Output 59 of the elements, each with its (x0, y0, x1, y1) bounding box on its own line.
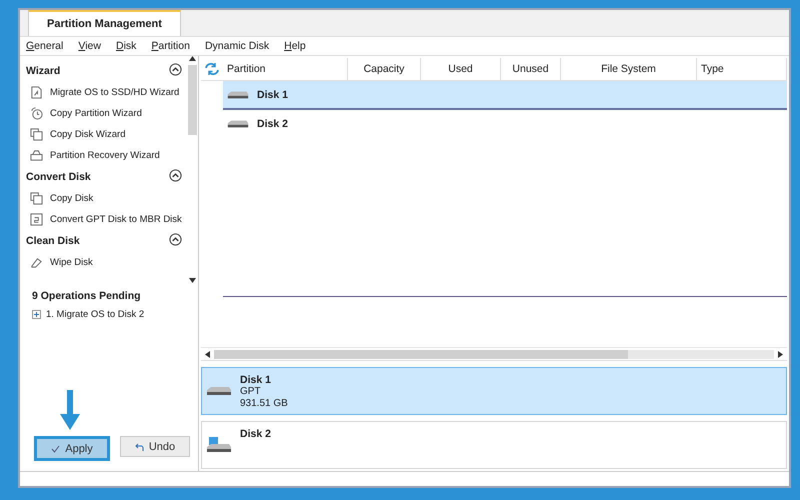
collapse-icon[interactable] (169, 233, 182, 246)
copy-icon (30, 128, 43, 141)
scroll-down-icon[interactable] (188, 278, 196, 283)
sidebar-item[interactable]: Copy Partition Wizard (26, 103, 186, 124)
column-header[interactable]: Capacity (348, 58, 421, 80)
disk-convert-icon (30, 213, 43, 226)
scroll-thumb[interactable] (214, 350, 628, 359)
clock-icon (30, 107, 43, 120)
action-button[interactable]: Undo (120, 436, 190, 457)
section-title: Wizard (26, 65, 60, 77)
column-header[interactable]: File System (561, 58, 697, 80)
collapse-icon[interactable] (169, 169, 182, 182)
disk-info: 931.51 GB (240, 398, 288, 410)
pending-item[interactable]: 1. Migrate OS to Disk 2 (32, 306, 198, 322)
column-header[interactable]: Partition (223, 58, 348, 80)
collapse-icon[interactable] (169, 63, 182, 76)
sidebar-item[interactable]: Partition Recovery Wizard (26, 145, 186, 166)
copy-icon (30, 192, 43, 205)
menu-item[interactable]: Help (284, 40, 306, 52)
hard-drive-icon (227, 118, 249, 130)
disk-info: GPT (240, 386, 262, 398)
sidebar-item[interactable]: Convert GPT Disk to MBR Disk (26, 209, 186, 230)
disk-card[interactable]: Disk 2 (201, 421, 787, 470)
scroll-right-icon[interactable] (778, 350, 783, 358)
check-icon (51, 444, 60, 452)
disk-row[interactable]: Disk 1 (223, 81, 787, 110)
action-button[interactable]: Apply (34, 436, 110, 461)
sidebar-item[interactable]: Copy Disk (26, 188, 186, 209)
column-header[interactable]: Used (421, 58, 501, 80)
disk-row[interactable]: Disk 2 (223, 110, 787, 139)
document-icon (30, 86, 43, 99)
expand-icon[interactable] (32, 310, 41, 318)
column-header[interactable]: Type (697, 58, 787, 80)
scrollbar-track[interactable] (214, 350, 774, 359)
eraser-icon (30, 256, 43, 269)
disk-name: Disk 2 (240, 428, 271, 440)
disk-card[interactable]: Disk 1 GPT 931.51 GB (201, 367, 787, 416)
drive-icon (30, 149, 43, 162)
tab[interactable]: Partition Management (28, 10, 181, 36)
disk-name: Disk 1 (240, 374, 272, 386)
menu-item[interactable]: Disk (116, 40, 136, 52)
sidebar-item[interactable]: Copy Disk Wizard (26, 124, 186, 145)
menu-item[interactable]: Dynamic Disk (204, 40, 270, 52)
scroll-up-icon[interactable] (188, 56, 196, 61)
hard-drive-icon (227, 88, 249, 100)
scroll-left-icon[interactable] (205, 350, 210, 358)
column-header[interactable]: Unused (501, 58, 561, 80)
menu-item[interactable]: View (78, 40, 101, 52)
section-title: Convert Disk (26, 171, 91, 183)
scroll-thumb[interactable] (188, 65, 196, 135)
undo-icon (134, 442, 144, 450)
section-title: Clean Disk (26, 235, 80, 247)
sidebar-item[interactable]: Wipe Disk (26, 252, 186, 273)
menu-item[interactable]: Partition (151, 40, 190, 52)
sidebar-item[interactable]: Migrate OS to SSD/HD Wizard (26, 82, 186, 103)
pending-title: 9 Operations Pending (32, 290, 142, 302)
menu-item[interactable]: General (26, 40, 64, 52)
refresh-icon[interactable] (203, 62, 221, 76)
hard-drive-icon (206, 385, 232, 398)
